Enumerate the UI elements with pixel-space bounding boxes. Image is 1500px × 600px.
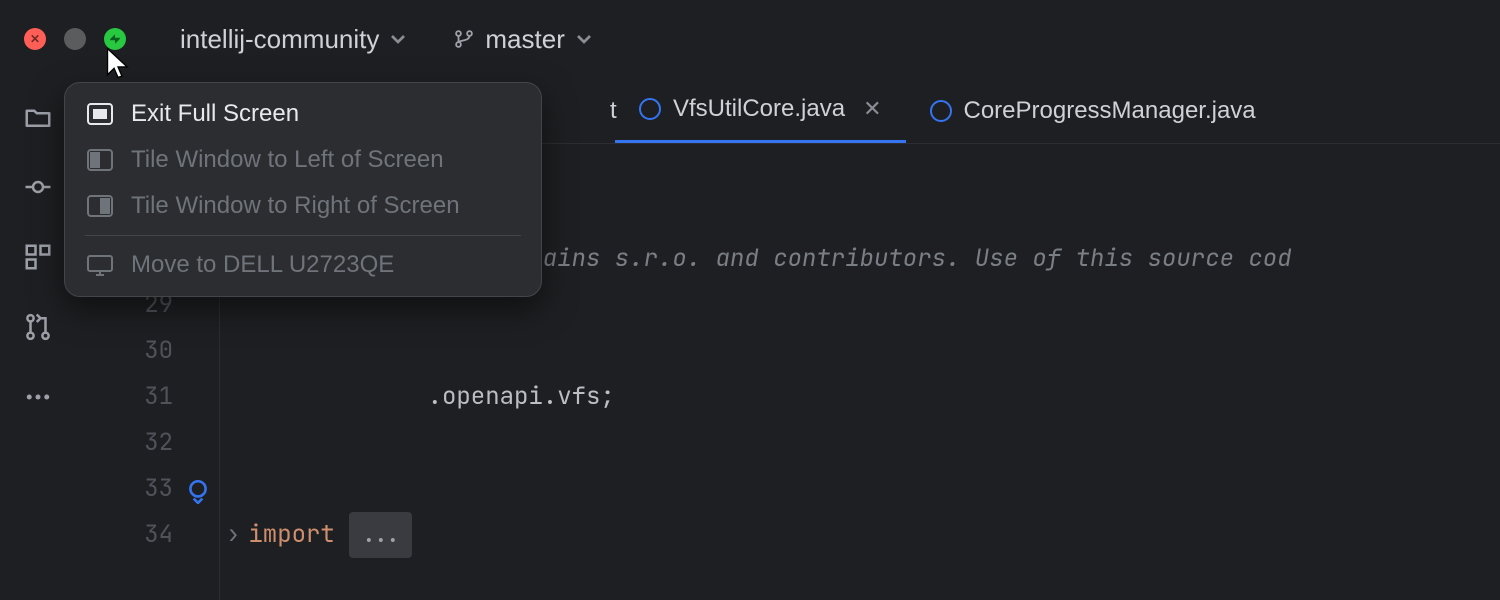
commit-tool-icon[interactable]: [23, 172, 53, 202]
menu-item-tile-right[interactable]: Tile Window to Right of Screen: [65, 183, 541, 229]
tab-label: VfsUtilCore.java: [673, 95, 845, 123]
menu-item-tile-left[interactable]: Tile Window to Left of Screen: [65, 137, 541, 183]
folded-region[interactable]: ...: [349, 512, 412, 558]
line-number: 30: [75, 328, 173, 374]
tab-coreprogressmanager[interactable]: CoreProgressManager.java: [906, 78, 1280, 143]
line-number: 31: [75, 374, 173, 420]
tab-label: CoreProgressManager.java: [964, 97, 1256, 125]
class-file-icon: [639, 98, 661, 120]
structure-tool-icon[interactable]: [23, 242, 53, 272]
tab-partial[interactable]: t: [610, 78, 617, 143]
close-window-button[interactable]: ✕: [24, 28, 46, 50]
line-number: 34: [75, 512, 173, 558]
menu-label: Tile Window to Left of Screen: [131, 146, 444, 174]
implements-gutter-icon[interactable]: [185, 478, 211, 504]
chevron-down-icon: [575, 30, 593, 48]
menu-separator: [85, 235, 521, 236]
fold-chevron-icon[interactable]: ›: [226, 519, 248, 550]
menu-item-exit-fullscreen[interactable]: Exit Full Screen: [65, 91, 541, 137]
project-tool-icon[interactable]: [23, 102, 53, 132]
chevron-down-icon: [389, 30, 407, 48]
menu-label: Tile Window to Right of Screen: [131, 192, 460, 220]
tile-left-icon: [87, 149, 113, 171]
tab-vfsutilcore[interactable]: VfsUtilCore.java ✕: [615, 78, 906, 143]
tile-right-icon: [87, 195, 113, 217]
code-text: import: [248, 519, 334, 550]
window-titlebar: ✕ intellij-community master: [0, 0, 1500, 78]
menu-item-move-display[interactable]: Move to DELL U2723QE: [65, 242, 541, 288]
project-name: intellij-community: [180, 24, 379, 55]
line-number: 33: [75, 466, 173, 512]
line-number: 32: [75, 420, 173, 466]
exit-fullscreen-icon: [87, 103, 113, 125]
code-text: 22 JetBrains s.r.o. and contributors. Us…: [428, 243, 1292, 274]
branch-name: master: [485, 24, 564, 55]
project-selector[interactable]: intellij-community: [174, 20, 413, 59]
close-tab-icon[interactable]: ✕: [863, 96, 881, 122]
mouse-cursor-icon: [104, 46, 132, 80]
class-file-icon: [930, 100, 952, 122]
menu-label: Exit Full Screen: [131, 100, 299, 128]
branch-icon: [453, 28, 475, 50]
git-branch-selector[interactable]: master: [447, 20, 598, 59]
display-icon: [87, 254, 113, 276]
code-text: .openapi.vfs;: [428, 381, 615, 412]
pull-requests-tool-icon[interactable]: [23, 312, 53, 342]
window-control-menu: Exit Full Screen Tile Window to Left of …: [64, 82, 542, 297]
menu-label: Move to DELL U2723QE: [131, 251, 394, 279]
minimize-window-button[interactable]: [64, 28, 86, 50]
more-tools-icon[interactable]: [23, 382, 53, 412]
